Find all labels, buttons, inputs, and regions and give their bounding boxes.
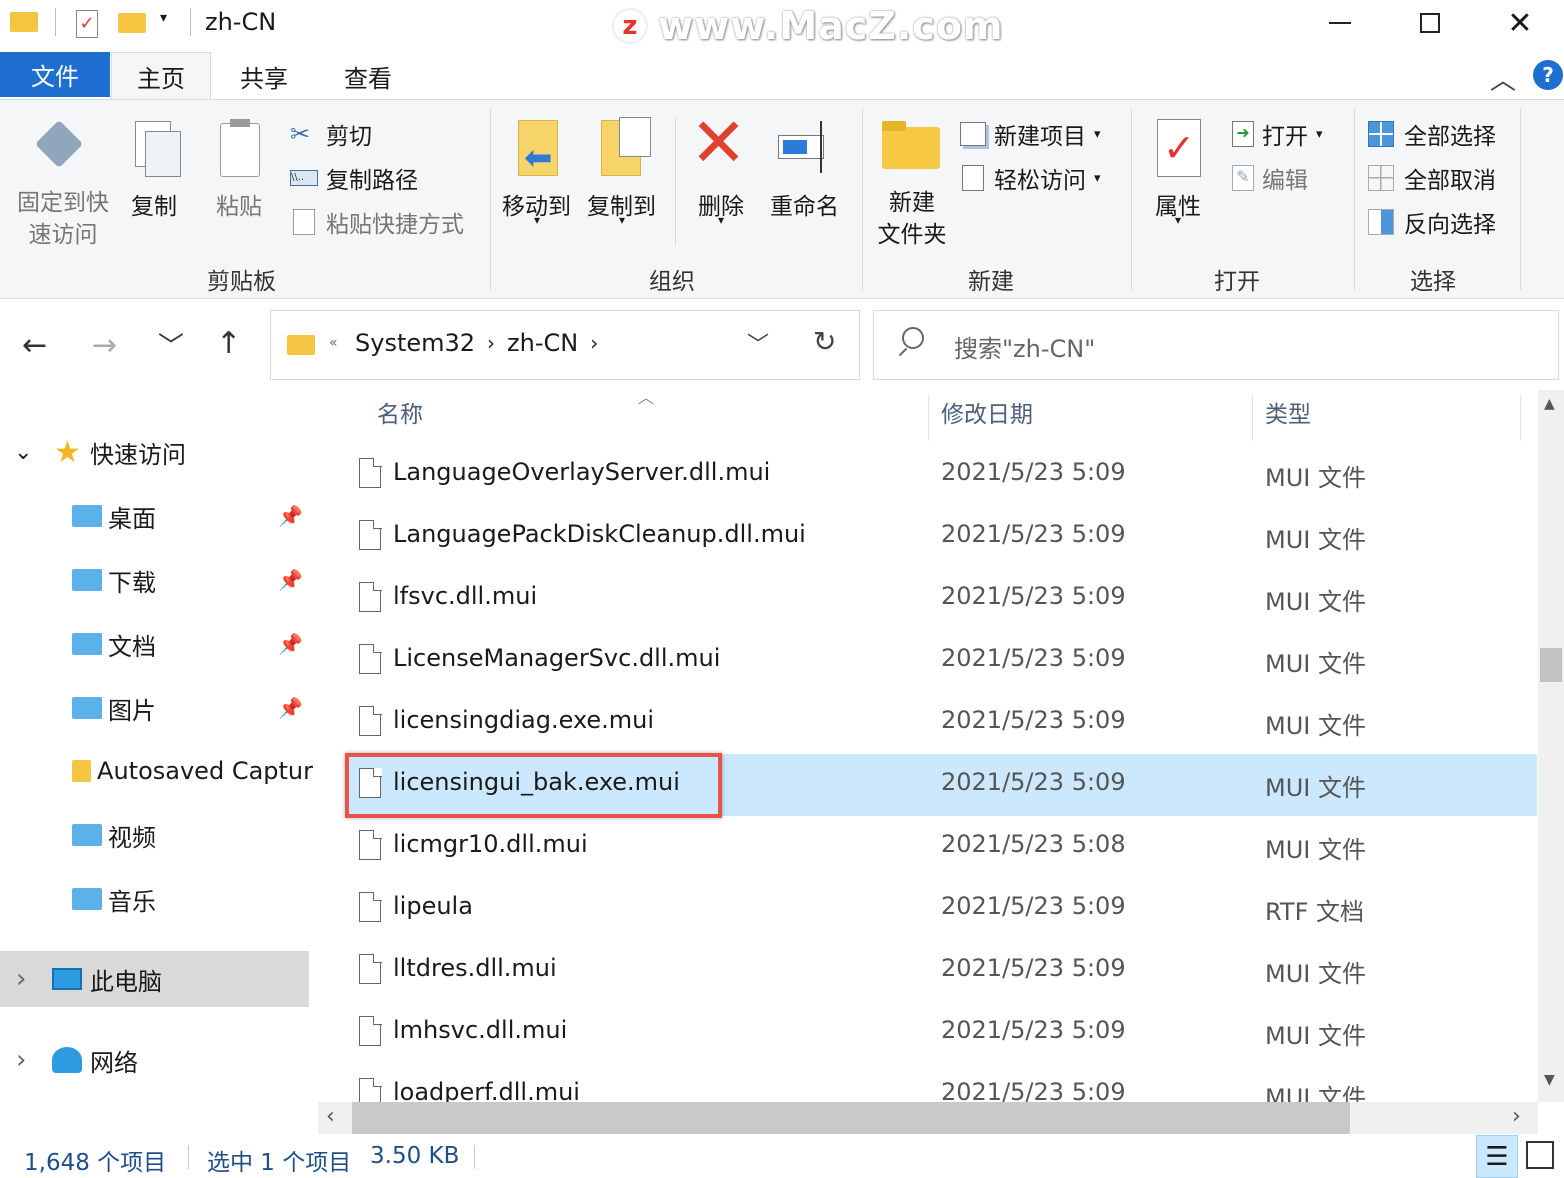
file-type: MUI 文件 [1265, 526, 1366, 554]
file-type: MUI 文件 [1265, 774, 1366, 802]
file-type: MUI 文件 [1265, 464, 1366, 492]
file-name: LanguagePackDiskCleanup.dll.mui [393, 520, 806, 548]
highlight-box [345, 753, 722, 818]
status-separator [474, 1145, 475, 1169]
file-name: lipeula [393, 892, 473, 920]
file-date: 2021/5/23 5:09 [941, 768, 1126, 796]
file-type: MUI 文件 [1265, 650, 1366, 678]
file-name: LanguageOverlayServer.dll.mui [393, 458, 771, 486]
file-icon [359, 519, 382, 550]
file-icon [359, 457, 382, 488]
scroll-up-arrow[interactable]: ▲ [1544, 396, 1555, 412]
file-row[interactable]: LanguagePackDiskCleanup.dll.mui 2021/5/23… [345, 506, 1537, 568]
file-icon [359, 643, 382, 674]
file-icon [359, 829, 382, 860]
file-type: MUI 文件 [1265, 1084, 1366, 1102]
file-date: 2021/5/23 5:09 [941, 1078, 1126, 1102]
item-count: 1,648 个项目 [24, 1150, 167, 1176]
file-date: 2021/5/23 5:09 [941, 706, 1126, 734]
file-name: loadperf.dll.mui [393, 1078, 580, 1102]
file-name: licmgr10.dll.mui [393, 830, 588, 858]
rtf-document-icon [359, 891, 382, 922]
file-row[interactable]: loadperf.dll.mui 2021/5/23 5:09 MUI 文件 [345, 1064, 1537, 1102]
file-list: LanguageOverlayServer.dll.mui 2021/5/23 5… [0, 0, 1538, 1102]
file-row[interactable]: LanguageOverlayServer.dll.mui 2021/5/23 5… [345, 444, 1537, 506]
file-name: lmhsvc.dll.mui [393, 1016, 568, 1044]
file-date: 2021/5/23 5:09 [941, 644, 1126, 672]
file-icon [359, 1077, 382, 1102]
file-icon [359, 581, 382, 612]
scroll-thumb[interactable] [352, 1102, 1350, 1134]
scroll-down-arrow[interactable]: ▼ [1544, 1072, 1555, 1088]
scroll-thumb[interactable] [1540, 648, 1562, 682]
file-type: MUI 文件 [1265, 588, 1366, 616]
file-date: 2021/5/23 5:08 [941, 830, 1126, 858]
status-separator [188, 1145, 189, 1169]
file-icon [359, 1015, 382, 1046]
file-row[interactable]: lfsvc.dll.mui 2021/5/23 5:09 MUI 文件 [345, 568, 1537, 630]
file-row[interactable]: lmhsvc.dll.mui 2021/5/23 5:09 MUI 文件 [345, 1002, 1537, 1064]
file-date: 2021/5/23 5:09 [941, 520, 1126, 548]
file-type: RTF 文档 [1265, 898, 1365, 926]
file-row[interactable]: LicenseManagerSvc.dll.mui 2021/5/23 5:09 M… [345, 630, 1537, 692]
file-date: 2021/5/23 5:09 [941, 1016, 1126, 1044]
large-icons-view-button[interactable] [1526, 1141, 1554, 1169]
file-type: MUI 文件 [1265, 1022, 1366, 1050]
file-icon [359, 953, 382, 984]
details-view-icon: ☰ [1485, 1141, 1509, 1172]
file-type: MUI 文件 [1265, 960, 1366, 988]
scroll-left-arrow[interactable]: ‹ [326, 1104, 335, 1129]
status-bar: 1,648 个项目 选中 1 个项目 3.50 KB ☰ [0, 1135, 1564, 1178]
file-date: 2021/5/23 5:09 [941, 892, 1126, 920]
scroll-right-arrow[interactable]: › [1512, 1104, 1521, 1129]
selected-count: 选中 1 个项目 [207, 1150, 352, 1176]
file-name: licensingdiag.exe.mui [393, 706, 655, 734]
horizontal-scrollbar[interactable]: ‹ › [318, 1102, 1538, 1134]
file-date: 2021/5/23 5:09 [941, 582, 1126, 610]
file-row[interactable]: licmgr10.dll.mui 2021/5/23 5:08 MUI 文件 [345, 816, 1537, 878]
details-view-button[interactable]: ☰ [1476, 1135, 1518, 1178]
file-type: MUI 文件 [1265, 712, 1366, 740]
file-date: 2021/5/23 5:09 [941, 954, 1126, 982]
file-row[interactable]: licensingdiag.exe.mui 2021/5/23 5:09 MUI 文… [345, 692, 1537, 754]
file-name: lfsvc.dll.mui [393, 582, 538, 610]
file-name: lltdres.dll.mui [393, 954, 557, 982]
file-row[interactable]: lipeula 2021/5/23 5:09 RTF 文档 [345, 878, 1537, 940]
file-date: 2021/5/23 5:09 [941, 458, 1126, 486]
vertical-scrollbar[interactable]: ▲ ▼ [1538, 390, 1564, 1102]
file-icon [359, 705, 382, 736]
file-row[interactable]: lltdres.dll.mui 2021/5/23 5:09 MUI 文件 [345, 940, 1537, 1002]
selected-size: 3.50 KB [370, 1143, 460, 1169]
file-name: LicenseManagerSvc.dll.mui [393, 644, 721, 672]
file-type: MUI 文件 [1265, 836, 1366, 864]
